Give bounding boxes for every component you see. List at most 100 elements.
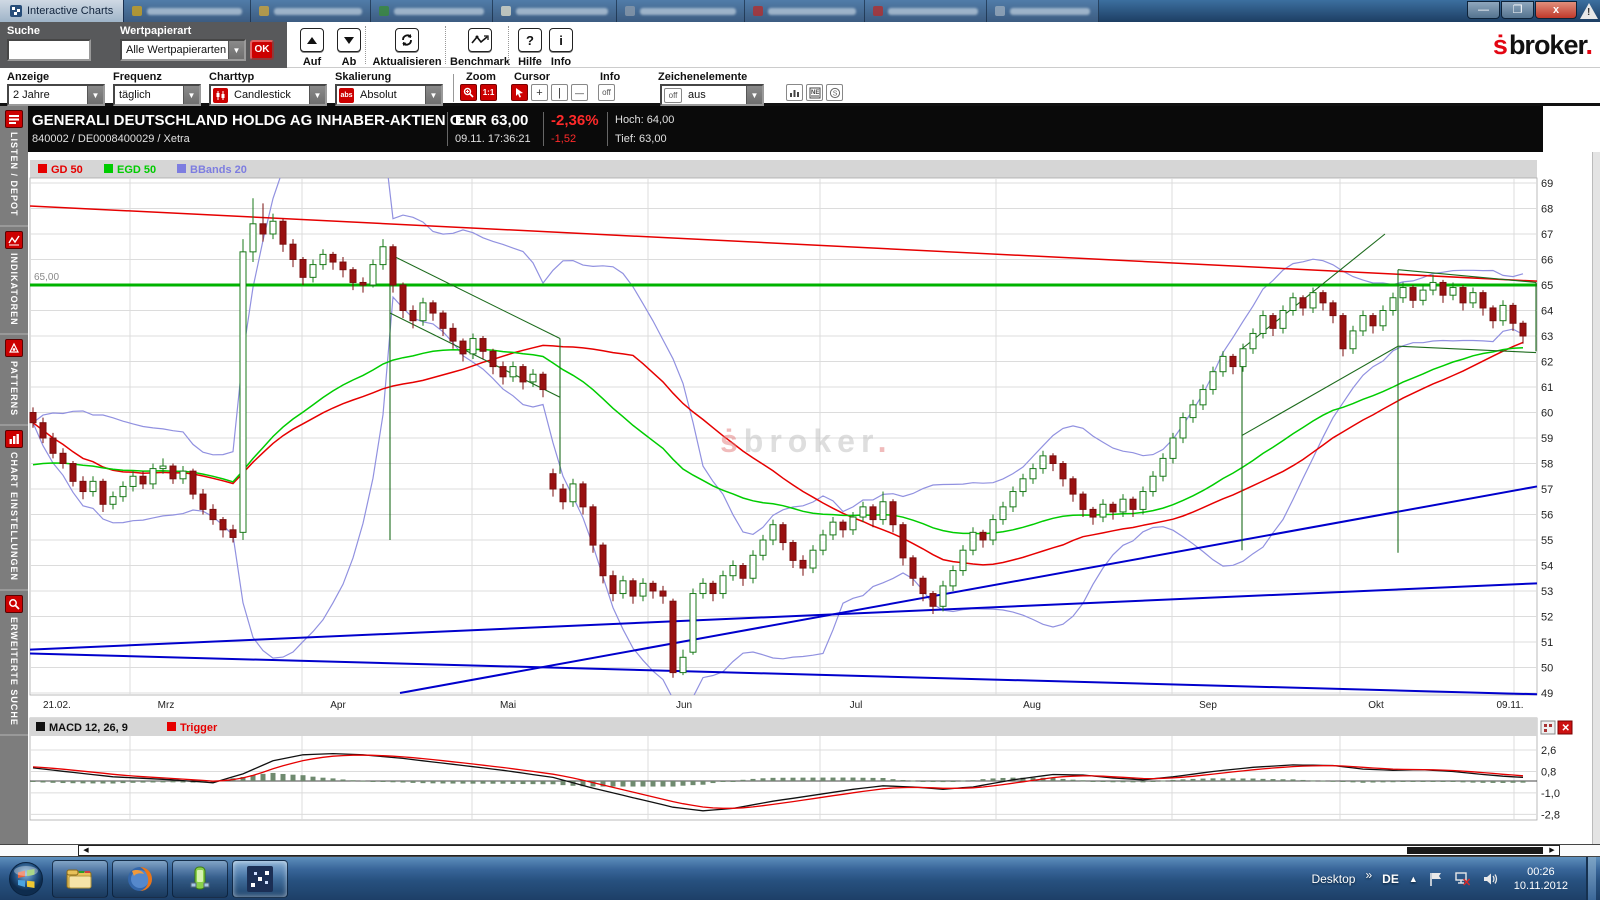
sidebar-item-erweiterte-suche[interactable]: ERWEITERTE SUCHE xyxy=(0,591,28,736)
firefox-button[interactable] xyxy=(112,860,168,898)
day-high: Hoch: 64,00 xyxy=(615,114,674,126)
wertpapierart-select[interactable]: Alle Wertpapierarten ▼ xyxy=(120,39,246,61)
auf-button[interactable] xyxy=(300,28,324,52)
file-explorer-button[interactable] xyxy=(52,860,108,898)
svg-text:Sep: Sep xyxy=(1199,700,1217,711)
svg-text:69: 69 xyxy=(1541,178,1553,190)
news-icon[interactable]: NE xyxy=(806,84,823,101)
hilfe-button[interactable]: ? xyxy=(518,28,542,52)
start-button[interactable] xyxy=(2,859,50,899)
day-low: Tief: 63,00 xyxy=(615,133,667,145)
action-center-flag-icon[interactable] xyxy=(1428,871,1444,887)
divider xyxy=(543,112,544,146)
instrument-identifiers: 840002 / DE0008400029 / Xetra xyxy=(32,133,190,145)
chevron-down-icon: ▼ xyxy=(309,86,325,104)
info-off-button[interactable]: off xyxy=(598,84,615,101)
toolbar-chevron[interactable]: » xyxy=(1365,868,1372,882)
splits-icon[interactable]: S xyxy=(826,84,843,101)
phone-app-button[interactable] xyxy=(172,860,228,898)
svg-text:09.11.: 09.11. xyxy=(1496,700,1523,711)
svg-text:61: 61 xyxy=(1541,382,1553,394)
ok-button[interactable]: OK xyxy=(250,40,274,60)
browser-tab[interactable] xyxy=(987,0,1099,22)
chevron-down-icon: ▼ xyxy=(87,86,103,104)
ab-button[interactable] xyxy=(337,28,361,52)
charttyp-select[interactable]: Candlestick▼ xyxy=(209,84,327,106)
macd-settings-button[interactable] xyxy=(1541,721,1555,734)
instrument-name: GENERALI DEUTSCHLAND HOLDG AG INHABER-AK… xyxy=(32,112,481,129)
sidebar-item-patterns[interactable]: PATTERNS xyxy=(0,335,28,426)
language-indicator[interactable]: DE xyxy=(1382,872,1399,886)
price-timestamp: 09.11. 17:36:21 xyxy=(455,133,531,145)
sidebar-item-label: CHART EINSTELLUNGEN xyxy=(9,452,19,589)
svg-text:64: 64 xyxy=(1541,306,1553,318)
anzeige-select[interactable]: 2 Jahre▼ xyxy=(7,84,105,106)
left-sidebar: LISTEN / DEPOT INDIKATOREN PATTERNS CHAR… xyxy=(0,106,28,844)
cursor-vline-button[interactable]: | xyxy=(551,84,568,101)
svg-text:2,6: 2,6 xyxy=(1541,745,1556,757)
svg-text:51: 51 xyxy=(1541,637,1553,649)
system-tray: Desktop » DE ▲ ✕ 00:26 10.11.2012 xyxy=(1311,857,1600,900)
cursor-cross-button[interactable]: + xyxy=(531,84,548,101)
browser-tab[interactable] xyxy=(493,0,617,22)
cursor-arrow-icon[interactable] xyxy=(511,84,528,101)
network-error-icon[interactable]: ✕ xyxy=(1454,871,1472,887)
browser-tab[interactable] xyxy=(251,0,371,22)
chart-app-button-active[interactable] xyxy=(232,860,288,898)
restore-button[interactable]: ❐ xyxy=(1501,1,1534,19)
info-button[interactable]: i xyxy=(549,28,573,52)
browser-tab[interactable] xyxy=(617,0,745,22)
hidden-icons-chevron[interactable]: ▲ xyxy=(1409,874,1418,884)
show-desktop-button[interactable] xyxy=(1586,857,1596,900)
volume-bars-icon[interactable] xyxy=(786,84,803,101)
zeichenelemente-label: Zeichenelemente xyxy=(658,71,747,83)
search-input[interactable] xyxy=(7,39,91,61)
sidebar-item-listen-depot[interactable]: LISTEN / DEPOT xyxy=(0,106,28,227)
patterns-icon xyxy=(5,339,23,357)
skalierung-select[interactable]: abs Absolut▼ xyxy=(335,84,443,106)
scroll-right-icon[interactable]: ▶ xyxy=(1546,847,1558,854)
benchmark-button[interactable] xyxy=(468,28,492,52)
vertical-scrollbar[interactable] xyxy=(1592,152,1600,844)
browser-tab[interactable] xyxy=(745,0,865,22)
clock[interactable]: 00:26 10.11.2012 xyxy=(1514,865,1568,893)
price-and-macd-chart[interactable]: GD 50EGD 50BBands 20ṡbroker.65,004950515… xyxy=(28,152,1600,844)
sidebar-item-label: LISTEN / DEPOT xyxy=(9,132,19,225)
browser-tab[interactable] xyxy=(865,0,987,22)
zoom-1-1-button[interactable]: 1:1 xyxy=(480,84,497,101)
sidebar-item-indikatoren[interactable]: INDIKATOREN xyxy=(0,227,28,336)
minimize-button[interactable]: — xyxy=(1467,1,1500,19)
aktualisieren-button[interactable] xyxy=(395,28,419,52)
svg-text:Mai: Mai xyxy=(500,700,516,711)
zeichenelemente-select[interactable]: off aus▼ xyxy=(660,84,764,106)
frequenz-select[interactable]: täglich▼ xyxy=(113,84,201,106)
chevron-down-icon[interactable]: ▼ xyxy=(228,41,244,59)
scrollbar-thumb[interactable] xyxy=(1407,847,1543,854)
sidebar-item-chart-einstellungen[interactable]: CHART EINSTELLUNGEN xyxy=(0,426,28,591)
close-button[interactable]: x xyxy=(1535,1,1577,19)
main-toolbar: Suche Wertpapierart Alle Wertpapierarten… xyxy=(0,22,1600,68)
browser-tab[interactable] xyxy=(124,0,251,22)
chevron-down-icon: ▼ xyxy=(746,86,762,104)
list-depot-icon xyxy=(5,110,23,128)
browser-tab[interactable] xyxy=(371,0,493,22)
svg-text:49: 49 xyxy=(1541,688,1553,700)
svg-text:Mrz: Mrz xyxy=(158,700,175,711)
charttyp-label: Charttyp xyxy=(209,71,254,83)
app-icon xyxy=(10,5,22,17)
desktop-toolbar-label[interactable]: Desktop xyxy=(1311,872,1355,886)
zoom-in-icon[interactable] xyxy=(460,84,477,101)
chart-settings-icon xyxy=(5,430,23,448)
scroll-left-icon[interactable]: ◀ xyxy=(80,847,92,854)
volume-icon[interactable] xyxy=(1482,871,1500,887)
svg-text:66: 66 xyxy=(1541,255,1553,267)
change-absolute: -1,52 xyxy=(551,133,576,145)
active-window-tab[interactable]: Interactive Charts xyxy=(0,0,124,22)
cursor-hline-button[interactable]: — xyxy=(571,84,588,101)
svg-text:0,8: 0,8 xyxy=(1541,766,1556,778)
svg-text:62: 62 xyxy=(1541,357,1553,369)
svg-text:60: 60 xyxy=(1541,408,1553,420)
ab-button-label: Ab xyxy=(342,56,357,68)
horizontal-scrollbar[interactable]: ◀ ▶ xyxy=(78,845,1560,856)
macd-close-button[interactable]: ✕ xyxy=(1558,721,1572,734)
